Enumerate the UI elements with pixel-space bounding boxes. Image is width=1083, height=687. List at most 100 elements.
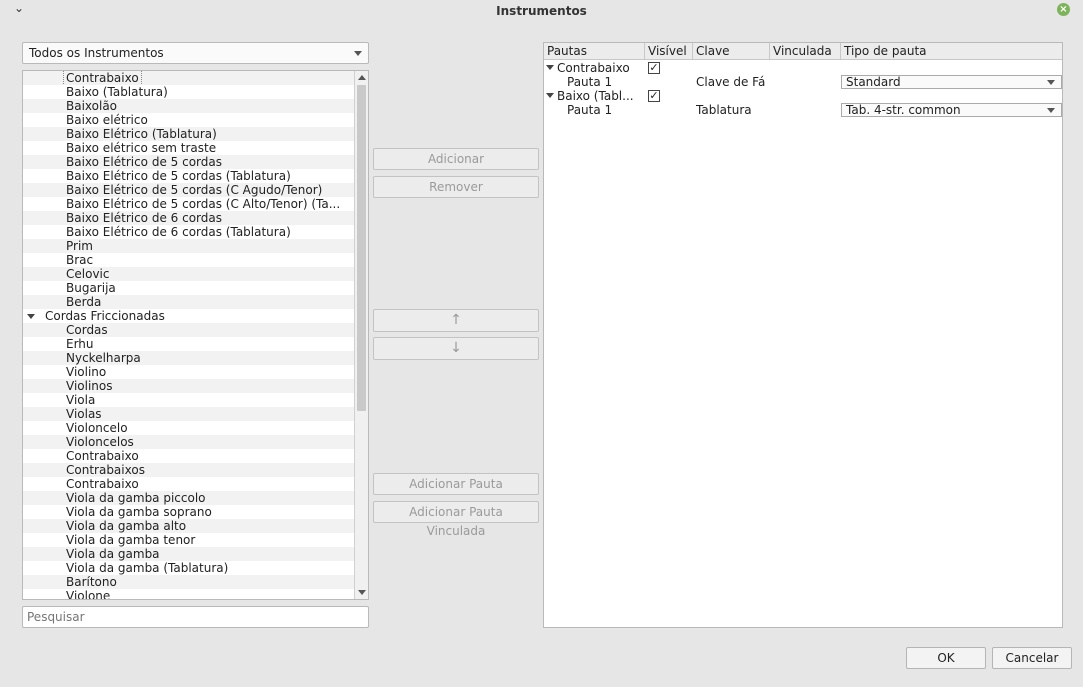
search-input[interactable] [22, 606, 369, 628]
list-item[interactable]: Nyckelharpa [23, 351, 354, 365]
list-item-label: Baixo Elétrico de 5 cordas (C Alto/Tenor… [66, 197, 341, 211]
list-item[interactable]: Violino [23, 365, 354, 379]
list-item[interactable]: Brac [23, 253, 354, 267]
move-down-button[interactable]: ↓ [373, 337, 539, 360]
column-header-linked[interactable]: Vinculada [770, 43, 841, 60]
list-item-label: Baixo Elétrico de 5 cordas (Tablatura) [66, 169, 291, 183]
add-staff-button[interactable]: Adicionar Pauta [373, 473, 539, 495]
list-item[interactable]: Violone [23, 589, 354, 600]
ok-button[interactable]: OK [906, 647, 986, 669]
title-bar: ⌄ Instrumentos × [0, 0, 1083, 22]
list-item-label: Baixo (Tablatura) [66, 85, 168, 99]
instrument-list-rows: Contrabaixo Baixo (Tablatura) Baixolão Baix… [23, 71, 354, 600]
list-item-label: Baixo elétrico [66, 113, 148, 127]
list-item[interactable]: Contrabaixo [23, 477, 354, 491]
list-item[interactable]: Barítono [23, 575, 354, 589]
staff-type-select[interactable]: Standard [841, 75, 1062, 89]
list-item[interactable]: Bugarija [23, 281, 354, 295]
list-item[interactable]: Violas [23, 407, 354, 421]
list-item[interactable]: Viola da gamba [23, 547, 354, 561]
list-item[interactable]: Viola [23, 393, 354, 407]
expand-triangle-icon[interactable] [546, 93, 554, 98]
list-item[interactable]: Baixo elétrico sem traste [23, 141, 354, 155]
list-item-label: Viola da gamba piccolo [66, 491, 206, 505]
list-item[interactable]: Baixo Elétrico de 5 cordas (Tablatura) [23, 169, 354, 183]
list-item-label: Violino [66, 365, 107, 379]
table-row[interactable]: Pauta 1 Tablatura Tab. 4-str. common [544, 103, 1062, 117]
table-row[interactable]: Baixo (Tabl... ✓ [544, 89, 1062, 103]
column-header-visible[interactable]: Visível [645, 43, 693, 60]
list-item[interactable]: Celovic [23, 267, 354, 281]
table-row[interactable]: Pauta 1 Clave de Fá Standard [544, 75, 1062, 89]
list-item-label: Viola da gamba [66, 547, 160, 561]
list-item[interactable]: Baixolão [23, 99, 354, 113]
remove-button[interactable]: Remover [373, 176, 539, 198]
instrument-list[interactable]: Contrabaixo Baixo (Tablatura) Baixolão Baix… [22, 70, 369, 600]
scroll-up-icon[interactable] [358, 75, 366, 80]
table-row[interactable]: Contrabaixo ✓ [544, 61, 1062, 75]
list-item-label: Erhu [66, 337, 94, 351]
list-item[interactable]: Contrabaixo [23, 449, 354, 463]
list-item-label: Prim [66, 239, 93, 253]
clef-value[interactable]: Clave de Fá [696, 75, 770, 89]
list-item-label: Celovic [66, 267, 110, 281]
list-item-label: Baixo Elétrico de 5 cordas (C Agudo/Teno… [66, 183, 323, 197]
list-item[interactable]: Contrabaixos [23, 463, 354, 477]
column-header-clef[interactable]: Clave [693, 43, 770, 60]
list-item[interactable]: Prim [23, 239, 354, 253]
add-linked-staff-button[interactable]: Adicionar Pauta Vinculada [373, 501, 539, 538]
list-item[interactable]: Viola da gamba tenor [23, 533, 354, 547]
list-item-label: Baixolão [66, 99, 118, 113]
list-item[interactable]: Viola da gamba piccolo [23, 491, 354, 505]
list-item-label: Bugarija [66, 281, 116, 295]
visible-checkbox[interactable]: ✓ [648, 62, 660, 74]
list-item[interactable]: Baixo Elétrico de 6 cordas [23, 211, 354, 225]
chevron-down-icon [1047, 108, 1055, 113]
list-item[interactable]: Viola da gamba (Tablatura) [23, 561, 354, 575]
list-item-label: Baixo Elétrico de 5 cordas [66, 155, 222, 169]
list-item-label: Baixo elétrico sem traste [66, 141, 217, 155]
list-item-label: Viola da gamba tenor [66, 533, 196, 547]
list-item[interactable]: Baixo (Tablatura) [23, 85, 354, 99]
scrollbar-thumb[interactable] [357, 85, 366, 411]
instrument-filter-select[interactable]: Todos os Instrumentos [22, 42, 369, 64]
expand-triangle-icon[interactable] [546, 65, 554, 70]
move-up-button[interactable]: ↑ [373, 309, 539, 332]
cancel-button[interactable]: Cancelar [992, 647, 1072, 669]
list-item[interactable]: Viola da gamba soprano [23, 505, 354, 519]
chevron-down-icon [354, 51, 362, 56]
list-item[interactable]: Contrabaixo [23, 71, 354, 85]
instrument-name: Contrabaixo [557, 61, 630, 75]
column-header-staves[interactable]: Pautas [544, 43, 645, 60]
clef-value[interactable]: Tablatura [696, 103, 770, 117]
list-item[interactable]: Baixo Elétrico de 5 cordas (C Alto/Tenor… [23, 197, 354, 211]
list-item-label: Violoncelos [66, 435, 134, 449]
expand-triangle-icon[interactable] [27, 314, 35, 319]
list-item[interactable]: Violinos [23, 379, 354, 393]
add-button[interactable]: Adicionar [373, 148, 539, 170]
list-group-header[interactable]: Cordas Friccionadas [23, 309, 354, 323]
list-item[interactable]: Berda [23, 295, 354, 309]
list-item[interactable]: Viola da gamba alto [23, 519, 354, 533]
scroll-down-icon[interactable] [358, 590, 366, 595]
list-item-label: Brac [66, 253, 94, 267]
list-item[interactable]: Baixo Elétrico de 5 cordas [23, 155, 354, 169]
list-item[interactable]: Baixo Elétrico de 5 cordas (C Agudo/Teno… [23, 183, 354, 197]
list-item[interactable]: Violoncelos [23, 435, 354, 449]
list-item-label: Violoncelo [66, 421, 128, 435]
list-item-label: Violone [66, 589, 111, 600]
close-icon[interactable]: × [1057, 3, 1070, 16]
list-item[interactable]: Erhu [23, 337, 354, 351]
instrument-list-scrollbar[interactable] [354, 71, 368, 599]
list-item[interactable]: Cordas [23, 323, 354, 337]
list-item[interactable]: Baixo Elétrico (Tablatura) [23, 127, 354, 141]
staff-table[interactable]: Pautas Visível Clave Vinculada Tipo de p… [543, 42, 1063, 628]
visible-checkbox[interactable]: ✓ [648, 90, 660, 102]
list-item-label: Baixo Elétrico (Tablatura) [66, 127, 217, 141]
list-item[interactable]: Violoncelo [23, 421, 354, 435]
chevron-down-icon [1047, 80, 1055, 85]
staff-type-select[interactable]: Tab. 4-str. common [841, 103, 1062, 117]
column-header-staff-type[interactable]: Tipo de pauta [841, 43, 1062, 60]
list-item[interactable]: Baixo Elétrico de 6 cordas (Tablatura) [23, 225, 354, 239]
list-item[interactable]: Baixo elétrico [23, 113, 354, 127]
